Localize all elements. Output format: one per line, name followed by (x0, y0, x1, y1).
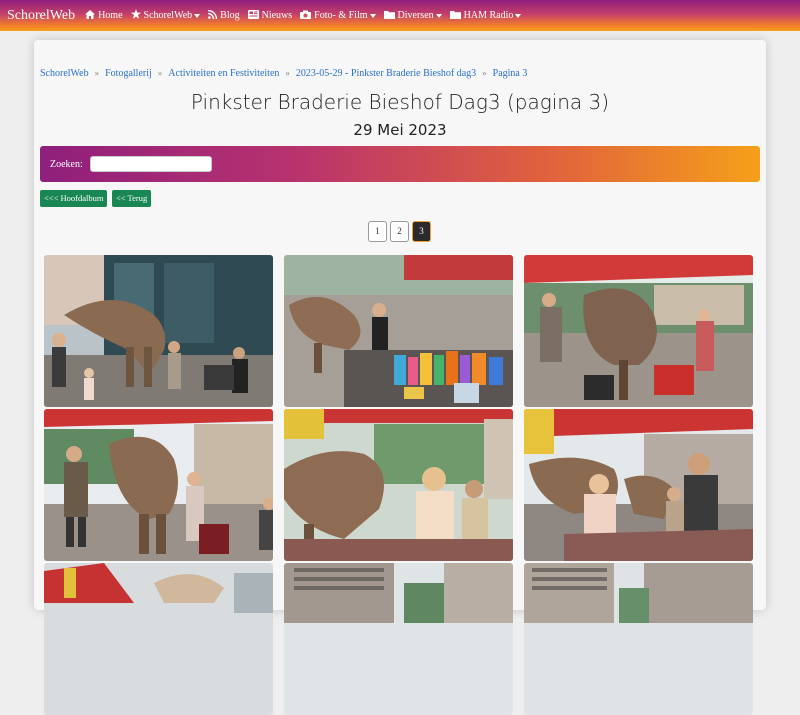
breadcrumb-separator: » (285, 68, 290, 78)
search-bar: Zoeken: (40, 146, 760, 182)
gallery-photo-3[interactable] (524, 255, 753, 407)
nav-foto-film[interactable]: Foto- & Film (300, 10, 376, 22)
nav-foto-film-label: Foto- & Film (314, 10, 368, 21)
nav-nieuws-label: Nieuws (261, 10, 293, 21)
content-panel: SchorelWeb » Fotogallerij » Activiteiten en … (34, 40, 766, 715)
newspaper-icon (247, 9, 259, 22)
gallery-photo-8[interactable] (284, 563, 513, 715)
top-navbar: SchorelWeb Home SchorelWeb Blog Nieuws F… (0, 0, 800, 31)
page-link-1[interactable]: 1 (368, 221, 387, 242)
page-link-3-current[interactable]: 3 (412, 221, 431, 242)
nav-nieuws[interactable]: Nieuws (247, 9, 293, 22)
nav-diversen-label: Diversen (397, 10, 434, 21)
gallery-photo-2[interactable] (284, 255, 513, 407)
nav-blog-label: Blog (220, 10, 240, 21)
gallery-photo-1[interactable] (44, 255, 273, 407)
nav-home[interactable]: Home (85, 9, 123, 22)
rss-icon (208, 9, 218, 22)
camera-icon (300, 10, 312, 22)
caret-down-icon (515, 13, 522, 18)
caret-down-icon (194, 13, 201, 18)
nav-ham-radio[interactable]: HAM Radio (449, 10, 522, 22)
breadcrumb-activiteiten[interactable]: Activiteiten en Festiviteiten (168, 68, 279, 79)
page-subtitle-date: 29 Mei 2023 (353, 121, 447, 139)
back-button[interactable]: << Terug (112, 190, 152, 207)
page-link-2[interactable]: 2 (390, 221, 409, 242)
breadcrumb-album[interactable]: 2023-05-29 - Pinkster Braderie Bieshof d… (296, 68, 476, 79)
breadcrumb-fotogallerij[interactable]: Fotogallerij (105, 68, 152, 79)
breadcrumb-separator: » (482, 68, 487, 78)
breadcrumb-separator: » (157, 68, 163, 78)
home-icon (85, 9, 96, 22)
search-input[interactable] (89, 156, 212, 172)
gallery-photo-4[interactable] (44, 409, 273, 561)
nav-ham-radio-label: HAM Radio (463, 10, 514, 21)
nav-schorelweb[interactable]: SchorelWeb (130, 9, 201, 22)
breadcrumb-schorelweb[interactable]: SchorelWeb (40, 68, 89, 79)
gallery-photo-7[interactable] (44, 563, 273, 715)
brand-link[interactable]: SchorelWeb (0, 0, 85, 31)
page-title: Pinkster Braderie Bieshof Dag3 (pagina 3… (190, 90, 610, 114)
caret-down-icon (435, 13, 442, 18)
breadcrumb-current-page[interactable]: Pagina 3 (493, 68, 528, 79)
caret-down-icon (369, 13, 376, 18)
nav-diversen[interactable]: Diversen (383, 10, 442, 22)
gallery-photo-5[interactable] (284, 409, 513, 561)
pagination: 1 2 3 (368, 221, 434, 242)
main-album-button[interactable]: <<< Hoofdalbum (40, 190, 108, 207)
nav-home-label: Home (98, 10, 123, 21)
nav-blog[interactable]: Blog (208, 9, 240, 22)
gallery-photo-6[interactable] (524, 409, 753, 561)
folder-icon (383, 10, 395, 22)
breadcrumb: SchorelWeb » Fotogallerij » Activiteiten en … (40, 68, 527, 79)
nav-schorelweb-label: SchorelWeb (143, 10, 193, 21)
star-icon (130, 9, 141, 22)
folder-icon (449, 10, 461, 22)
breadcrumb-separator: » (94, 68, 100, 78)
search-label: Zoeken: (50, 158, 83, 170)
gallery-photo-9[interactable] (524, 563, 753, 715)
